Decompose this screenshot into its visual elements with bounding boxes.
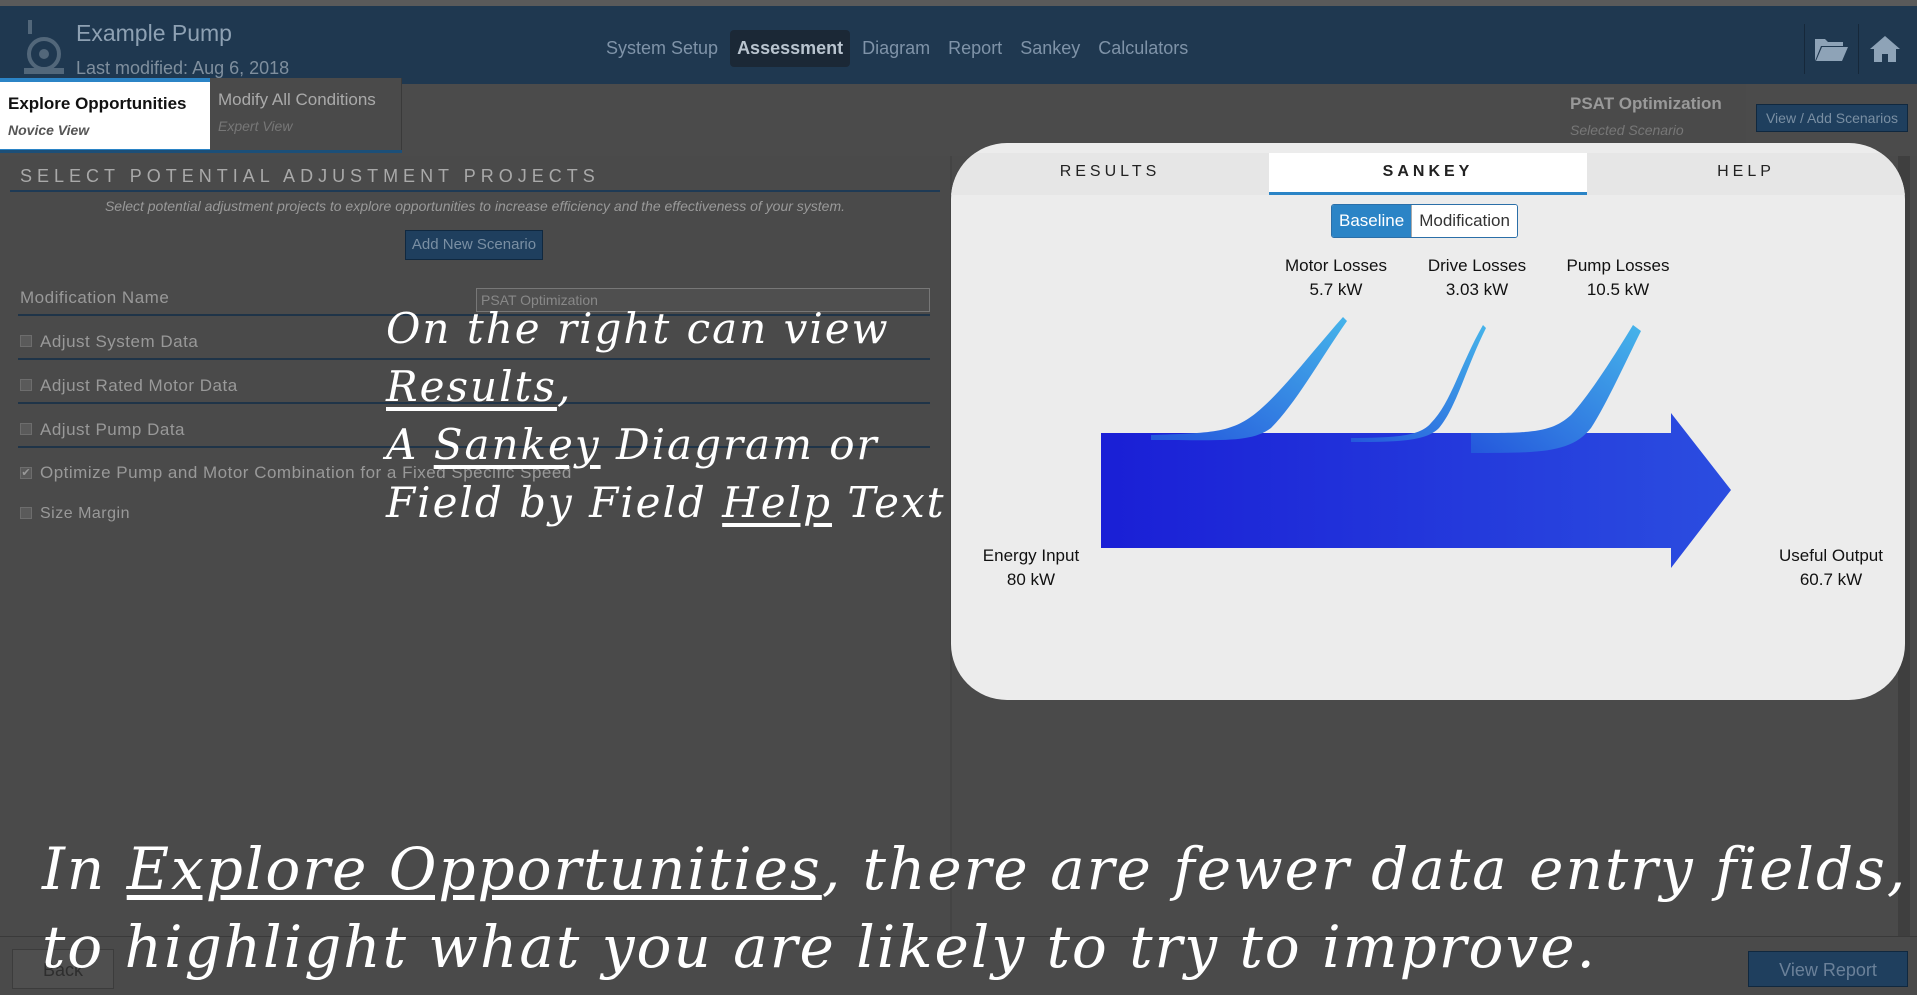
option-label: Size Margin [40,505,130,522]
annotation-text: , there are fewer data entry fields, [821,835,1908,903]
tab-explore-label: Explore Opportunities [8,94,187,113]
last-modified: Last modified: Aug 6, 2018 [76,58,290,78]
sankey-drive-loss-label: Drive Losses [1428,256,1526,275]
tab-explore-opportunities[interactable]: Explore Opportunities Novice View [0,78,210,152]
add-new-scenario-button[interactable]: Add New Scenario [405,230,543,260]
sankey-motor-loss-flow [1151,317,1347,441]
sankey-drive-loss-flow [1351,325,1486,442]
annotation-text: In [42,835,127,903]
sankey-motor-loss-label: Motor Losses [1285,256,1387,275]
scenario-name: PSAT Optimization [1570,94,1722,113]
sankey-output-value: 60.7 kW [1800,570,1862,589]
nav-system-setup[interactable]: System Setup [600,30,724,67]
nav-calculators[interactable]: Calculators [1092,30,1194,67]
tab-modify-all-conditions[interactable]: Modify All Conditions Expert View [210,78,402,152]
sankey-input-value: 80 kW [1007,570,1055,589]
sankey-pump-loss-label: Pump Losses [1567,256,1670,275]
annotation-bottom: In Explore Opportunities, there are fewe… [42,830,1907,986]
sankey-drive-loss-value: 3.03 kW [1446,280,1508,299]
sankey-pump-loss-value: 10.5 kW [1587,280,1649,299]
selected-scenario: PSAT Optimization Selected Scenario [1560,84,1746,152]
annotation-right: On the right can view Results, A Sankey … [386,300,946,532]
section-divider [10,190,940,192]
nav-assessment[interactable]: Assessment [730,30,851,67]
sankey-motor-loss-value: 5.7 kW [1310,280,1363,299]
option-checkbox[interactable] [20,335,32,347]
tab-sankey[interactable]: SANKEY [1269,153,1587,195]
section-title: SELECT POTENTIAL ADJUSTMENT PROJECTS [20,166,600,186]
view-add-scenarios-button[interactable]: View / Add Scenarios [1756,104,1908,132]
option-checkbox[interactable] [20,423,32,435]
baseline-button[interactable]: Baseline [1332,205,1412,237]
nav-sankey[interactable]: Sankey [1014,30,1086,67]
option-checkbox[interactable] [20,379,32,391]
annotation-text: Diagram or [600,420,879,469]
option-checkbox[interactable] [20,507,32,519]
option-checkbox-checked[interactable]: ✔ [20,467,32,479]
results-tabs: RESULTS SANKEY HELP [951,153,1905,195]
annotation-text: , [556,362,573,411]
results-card: RESULTS SANKEY HELP Baseline Modificatio… [951,143,1905,700]
nav-diagram[interactable]: Diagram [856,30,936,67]
annotation-text: A [386,420,434,469]
scenario-sub: Selected Scenario [1570,122,1684,138]
section-description: Select potential adjustment projects to … [104,198,846,214]
folder-open-icon[interactable] [1804,24,1856,74]
app-header: Example Pump Last modified: Aug 6, 2018 … [0,0,1917,84]
tab-explore-sub: Novice View [8,122,90,138]
option-label: Adjust Pump Data [40,420,186,439]
tab-help[interactable]: HELP [1587,153,1905,195]
option-label: Adjust Rated Motor Data [40,376,238,395]
sankey-input-label: Energy Input [983,546,1080,565]
home-icon[interactable] [1858,24,1910,74]
modification-name-label: Modification Name [20,288,170,307]
adjustment-panel: SELECT POTENTIAL ADJUSTMENT PROJECTS Sel… [0,156,950,936]
tab-modify-label: Modify All Conditions [218,90,376,109]
annotation-line: to highlight what you are likely to try … [42,913,1597,981]
baseline-modification-toggle: Baseline Modification [1331,204,1518,238]
nav-report[interactable]: Report [942,30,1008,67]
tab-modify-sub: Expert View [218,118,293,134]
app-title: Example Pump [76,20,232,46]
modification-button[interactable]: Modification [1411,205,1517,237]
sankey-diagram: Energy Input 80 kW Useful Output 60.7 kW… [983,256,1883,589]
annotation-help: Help [722,478,832,527]
sankey-output-label: Useful Output [1779,546,1883,565]
annotation-text: Field by Field [386,478,723,527]
tab-results[interactable]: RESULTS [951,153,1269,195]
option-label: Adjust System Data [40,332,199,351]
tab-underline [0,150,402,153]
pump-logo-icon [18,16,74,80]
annotation-sankey: Sankey [433,420,601,469]
main-nav: System Setup Assessment Diagram Report S… [600,30,1194,67]
annotation-line: On the right can view [386,304,890,353]
annotation-explore: Explore Opportunities [126,835,822,903]
annotation-results: Results [386,362,557,411]
annotation-text: Text [831,478,946,527]
